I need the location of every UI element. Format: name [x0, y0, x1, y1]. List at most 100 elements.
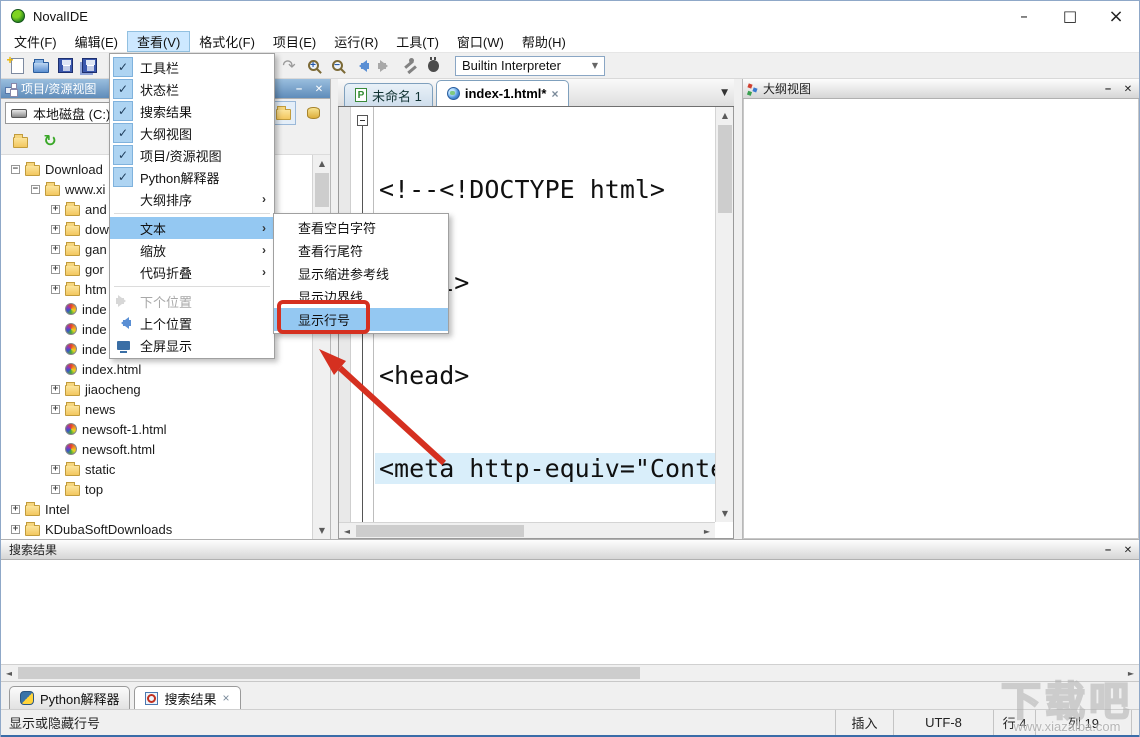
tab-close-icon[interactable] — [551, 87, 558, 101]
scroll-down-icon[interactable] — [314, 523, 330, 538]
search-results-icon — [145, 691, 159, 705]
panel-close-button[interactable] — [1121, 83, 1135, 95]
tab-python-interpreter[interactable]: Python解释器 — [9, 686, 131, 709]
scroll-right-icon[interactable] — [699, 524, 715, 538]
panel-close-button[interactable] — [1121, 544, 1135, 556]
tree-item[interactable]: news — [1, 399, 310, 419]
menu-item-toolbar[interactable]: 工具栏 — [110, 56, 274, 78]
search-horizontal-scrollbar[interactable] — [1, 664, 1139, 681]
navigate-forward-button[interactable] — [373, 55, 397, 77]
tree-item[interactable]: newsoft-1.html — [1, 419, 310, 439]
redo-button[interactable] — [277, 55, 301, 77]
scroll-up-icon[interactable] — [314, 156, 330, 171]
menu-format[interactable]: 格式化(F) — [190, 31, 264, 52]
scrollbar-thumb[interactable] — [356, 525, 524, 537]
scrollbar-thumb[interactable] — [315, 173, 329, 207]
debug-button[interactable] — [421, 55, 445, 77]
menu-item-text[interactable]: 文本 — [110, 217, 274, 239]
interpreter-select[interactable]: Builtin Interpreter — [455, 55, 605, 76]
scrollbar-thumb[interactable] — [18, 667, 640, 679]
scroll-left-icon[interactable] — [1, 666, 17, 681]
scroll-left-icon[interactable] — [339, 524, 355, 538]
expand-icon[interactable] — [51, 284, 60, 294]
menu-item-view-eol[interactable]: 查看行尾符 — [274, 239, 448, 262]
menu-item-indent-guides[interactable]: 显示缩进参考线 — [274, 262, 448, 285]
tree-item[interactable]: KDubaSoftDownloads — [1, 519, 310, 539]
fold-collapse-icon[interactable] — [357, 115, 368, 126]
expand-icon[interactable] — [51, 484, 60, 494]
tree-item[interactable]: index.html — [1, 359, 310, 379]
menu-tools[interactable]: 工具(T) — [387, 31, 448, 52]
maximize-button[interactable] — [1047, 1, 1093, 31]
panel-minimize-button[interactable] — [292, 83, 306, 95]
menu-item-python-interpreter[interactable]: Python解释器 — [110, 166, 274, 188]
tab-search-results[interactable]: 搜索结果 — [134, 686, 241, 709]
splitter-right[interactable] — [734, 79, 742, 539]
expand-icon[interactable] — [11, 504, 20, 514]
panel-close-button[interactable] — [312, 83, 326, 95]
tree-item[interactable]: Intel — [1, 499, 310, 519]
project-view-icon — [5, 82, 17, 95]
collapse-icon[interactable] — [11, 164, 20, 174]
run-button[interactable] — [397, 55, 421, 77]
menu-view[interactable]: 查看(V) — [126, 31, 191, 52]
tree-item[interactable]: jiaocheng — [1, 379, 310, 399]
menu-window[interactable]: 窗口(W) — [448, 31, 513, 52]
menu-item-project-view[interactable]: 项目/资源视图 — [110, 144, 274, 166]
menu-item-zoom[interactable]: 缩放 — [110, 239, 274, 261]
menu-project[interactable]: 项目(E) — [264, 31, 325, 52]
menu-item-fullscreen[interactable]: 全屏显示 — [110, 334, 274, 356]
scroll-right-icon[interactable] — [1123, 666, 1139, 681]
navigate-back-button[interactable] — [349, 55, 373, 77]
menu-item-outline-sort[interactable]: 大纲排序 — [110, 188, 274, 210]
menu-item-view-whitespace[interactable]: 查看空白字符 — [274, 216, 448, 239]
close-button[interactable] — [1093, 1, 1139, 31]
tab-close-icon[interactable] — [223, 691, 230, 705]
expand-icon[interactable] — [11, 524, 20, 534]
tab-list-dropdown[interactable] — [721, 88, 728, 98]
panel-minimize-button[interactable] — [1101, 544, 1115, 556]
expand-icon[interactable] — [51, 384, 60, 394]
expand-icon[interactable] — [51, 244, 60, 254]
open-folder-icon — [33, 59, 49, 73]
collapse-icon[interactable] — [31, 184, 40, 194]
tab-index-1-html[interactable]: index-1.html* — [435, 80, 570, 106]
save-all-button[interactable] — [77, 55, 101, 77]
menu-item-outline-view[interactable]: 大纲视图 — [110, 122, 274, 144]
menu-file[interactable]: 文件(F) — [5, 31, 66, 52]
minimize-button[interactable] — [1001, 1, 1047, 31]
menu-item-previous-position[interactable]: 上个位置 — [110, 312, 274, 334]
zoom-in-button[interactable]: + — [301, 55, 325, 77]
menu-item-code-folding[interactable]: 代码折叠 — [110, 261, 274, 283]
tree-item[interactable]: newsoft.html — [1, 439, 310, 459]
scrollbar-thumb[interactable] — [718, 125, 732, 213]
refresh-button[interactable] — [37, 129, 63, 153]
menu-item-search-results[interactable]: 搜索结果 — [110, 100, 274, 122]
editor-vertical-scrollbar[interactable] — [715, 107, 733, 522]
panel-minimize-button[interactable] — [1101, 83, 1115, 95]
expand-icon[interactable] — [51, 264, 60, 274]
scroll-down-icon[interactable] — [717, 506, 733, 521]
expand-icon[interactable] — [51, 464, 60, 474]
open-folder-button[interactable] — [7, 129, 33, 153]
menu-help[interactable]: 帮助(H) — [513, 31, 575, 52]
tree-item[interactable]: static — [1, 459, 310, 479]
menu-item-statusbar[interactable]: 状态栏 — [110, 78, 274, 100]
expand-icon[interactable] — [51, 404, 60, 414]
archive-view-button[interactable] — [300, 101, 326, 125]
open-file-button[interactable] — [29, 55, 53, 77]
tab-untitled[interactable]: 未命名 1 — [344, 83, 433, 106]
run-icon — [402, 58, 416, 73]
tree-item[interactable]: top — [1, 479, 310, 499]
menu-run[interactable]: 运行(R) — [325, 31, 387, 52]
zoom-out-button[interactable]: − — [325, 55, 349, 77]
menu-item-next-position[interactable]: 下个位置 — [110, 290, 274, 312]
new-file-button[interactable] — [5, 53, 29, 77]
expand-icon[interactable] — [51, 204, 60, 214]
scroll-up-icon[interactable] — [717, 108, 733, 123]
save-button[interactable] — [53, 55, 77, 77]
menu-edit[interactable]: 编辑(E) — [66, 31, 127, 52]
editor-horizontal-scrollbar[interactable] — [339, 522, 715, 538]
interpreter-value: Builtin Interpreter — [462, 58, 561, 73]
expand-icon[interactable] — [51, 224, 60, 234]
